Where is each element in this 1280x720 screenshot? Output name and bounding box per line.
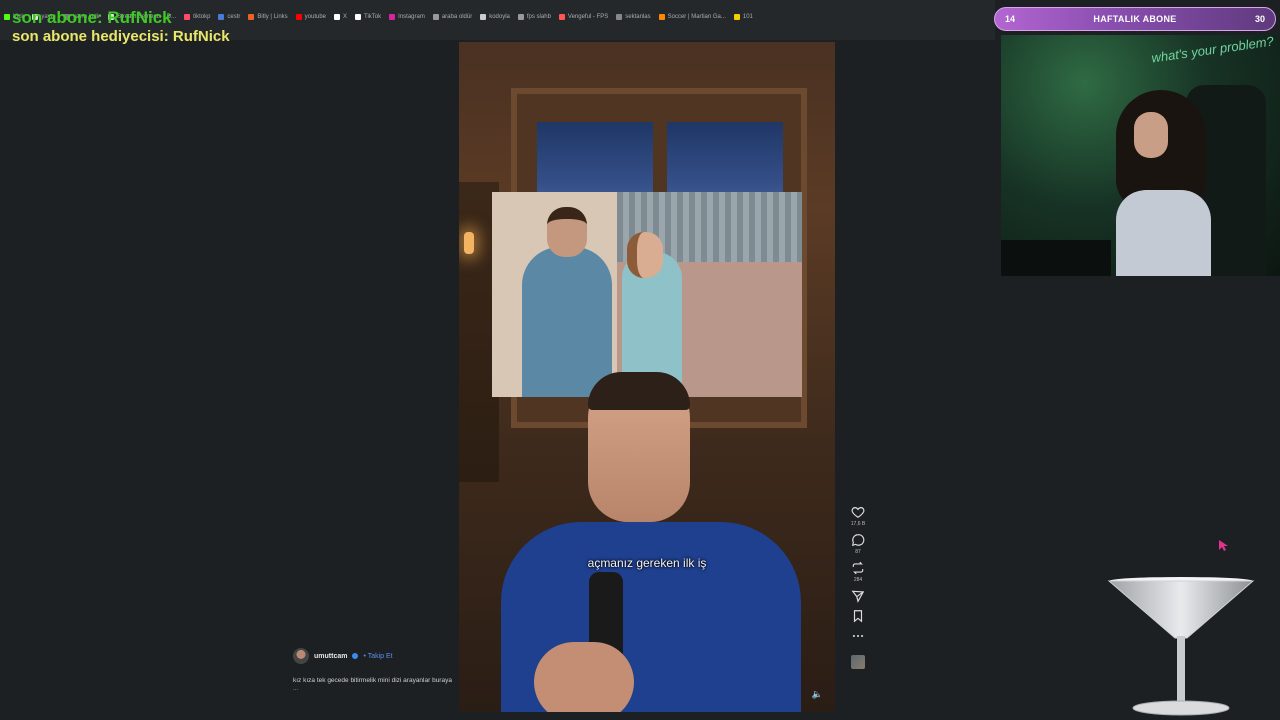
bookmark-favicon-icon [658,14,665,20]
last-subscriber-text: son abone: RufNick [12,8,172,27]
repost-count: 284 [853,577,863,583]
bookmark-item[interactable]: kodoyla [480,14,510,20]
weekly-current-count: 14 [1005,14,1016,24]
like-count: 17,6 B [850,521,866,527]
bookmark-favicon-icon [432,14,439,20]
bookmark-label: youtube [304,14,327,20]
martini-glass-icon [1107,577,1255,716]
repost-button[interactable]: 284 [851,561,865,583]
save-button[interactable] [851,609,865,623]
bookmark-item[interactable]: 101 [733,14,753,20]
inset-series-clip [492,192,802,397]
bookmark-label: Bitly | Links [257,14,288,20]
comment-icon [851,534,865,547]
bookmark-favicon-icon [218,14,225,20]
bookmark-favicon-icon [334,14,341,20]
bookmark-label: tiktokp [193,14,211,20]
bookmark-favicon-icon [295,14,302,20]
action-rail: 17,6 B 87 284 [842,505,874,669]
bookmark-item[interactable]: araba oldür [432,14,473,20]
weekly-goal-count: 30 [1254,14,1265,24]
username[interactable]: umuttcam [314,653,347,660]
avatar[interactable] [293,648,309,664]
bookmark-item[interactable]: sektanlas [616,14,651,20]
weekly-goal-label: HAFTALIK ABONE [1093,14,1177,24]
bookmark-favicon-icon [517,14,524,20]
bookmark-label: kodoyla [489,14,510,20]
like-button[interactable]: 17,6 B [851,505,865,527]
bookmark-item[interactable]: Soccer | Martian Ga... [658,14,726,20]
bookmark-favicon-icon [184,14,191,20]
bookmark-favicon-icon [616,14,623,20]
bookmark-favicon-icon [733,14,740,20]
bookmark-label: cestr [227,14,241,20]
bookmark-item[interactable]: youtube [295,14,327,20]
follow-button[interactable]: • Takip Et [363,653,392,660]
bookmark-favicon-icon [558,14,565,20]
short-video-player[interactable]: açmanız gereken ilk iş 🔈 [459,42,835,712]
post-description: kız kıza tek gecede bitirmelik mini dizi… [293,677,452,684]
verified-icon [352,653,359,659]
streamer-webcam: what's your problem? [1001,35,1280,276]
mouse-cursor-icon [1219,540,1228,551]
bookmark-item[interactable]: Vengeful - FPS [558,14,609,20]
presenter-hand [534,642,634,712]
bookmark-favicon-icon [355,14,362,20]
bookmark-item[interactable]: Bitly | Links [248,14,288,20]
last-gift-sub-text: son abone hediyecisi: RufNick [12,28,230,45]
volume-icon[interactable]: 🔈 [812,689,823,700]
bookmark-icon [853,610,863,623]
bookmark-label: Vengeful - FPS [567,14,609,20]
repost-icon [852,561,864,575]
bookmark-favicon-icon [248,14,255,20]
share-button[interactable] [851,589,865,603]
comment-count: 87 [855,549,861,555]
neon-sign: what's your problem? [1150,35,1275,66]
bookmark-favicon-icon [389,14,396,20]
audio-thumbnail[interactable] [851,655,865,669]
streamer [1106,90,1216,276]
video-caption: açmanız gereken ilk iş [587,556,707,570]
bookmark-item[interactable]: TikTok [355,14,381,20]
more-options-button[interactable] [851,629,865,643]
desk [1001,240,1111,276]
send-icon [851,590,865,603]
lamp [464,232,474,254]
bookmark-item[interactable]: tiktokp [184,14,210,20]
bookmark-item[interactable]: cestr [218,14,240,20]
bookmark-item[interactable]: fps slahb [517,14,551,20]
bookmark-favicon-icon [4,14,10,20]
bookmark-label: 101 [742,14,753,20]
bookmark-item[interactable]: X [334,14,347,20]
weekly-sub-goal-bar: 14 HAFTALIK ABONE 30 [994,7,1276,31]
heart-icon [851,507,865,518]
bookmark-label: araba oldür [441,14,473,20]
bookmark-label: Instagram [398,14,425,20]
comment-button[interactable]: 87 [851,533,865,555]
more-text-link[interactable]: ... [293,686,453,692]
bookmark-favicon-icon [480,14,487,20]
bookmark-label: sektanlas [625,14,651,20]
author-info: umuttcam • Takip Et kız kıza tek gecede … [293,648,453,692]
bookmark-label: Soccer | Martian Ga... [667,14,726,20]
bookmark-label: TikTok [364,14,382,20]
bookmark-item[interactable]: Instagram [389,14,425,20]
more-icon [852,634,864,638]
bookmark-label: X [343,14,348,20]
bookmark-label: fps slahb [526,14,551,20]
